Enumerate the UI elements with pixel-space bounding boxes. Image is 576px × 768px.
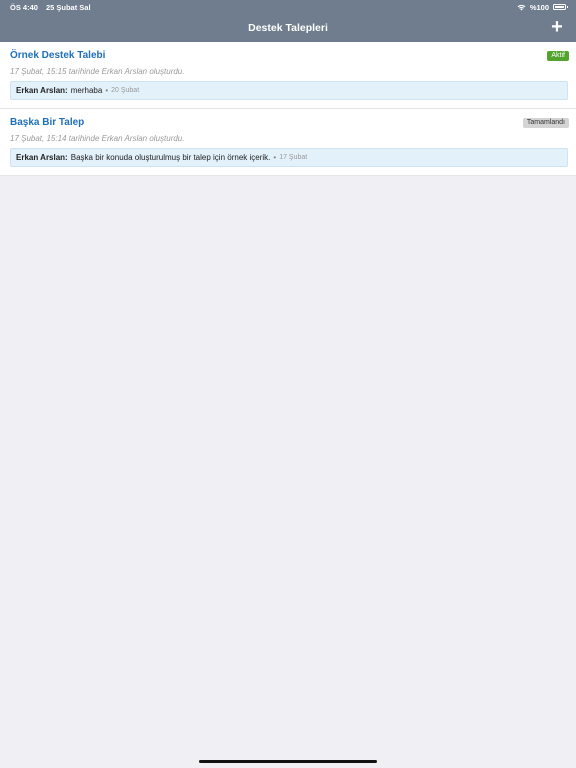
ticket-title[interactable]: Örnek Destek Talebi [10,50,105,61]
battery-percent: %100 [529,2,549,12]
message-separator: • [273,153,277,162]
add-ticket-button[interactable]: + [548,17,566,37]
message-text: Başka bir konuda oluşturulmuş bir talep … [70,153,271,162]
message-date: 17 Şubat [279,154,308,161]
battery-icon [553,4,568,10]
ticket-title[interactable]: Başka Bir Talep [10,117,84,128]
status-time: ÖS 4:40 [10,2,38,12]
message-author: Erkan Arslan: [16,153,68,162]
home-indicator[interactable] [199,760,377,763]
status-badge: Tamamlandı [522,117,569,128]
page-title: Destek Talepleri [248,22,328,34]
ticket-meta: 17 Şubat, 15:15 tarihinde Erkan Arslan o… [10,67,185,76]
wifi-icon [517,4,526,10]
status-badge: Aktif [547,50,569,61]
ticket-list: Örnek Destek Talebi Aktif 17 Şubat, 15:1… [0,42,576,176]
message-date: 20 Şubat [111,87,140,94]
status-bar: ÖS 4:40 25 Şubat Sal %100 [0,0,576,14]
message-separator: • [105,86,109,95]
latest-message: Erkan Arslan: merhaba • 20 Şubat [10,81,568,100]
message-author: Erkan Arslan: [16,86,68,95]
ticket-item[interactable]: Örnek Destek Talebi Aktif 17 Şubat, 15:1… [0,42,576,109]
latest-message: Erkan Arslan: Başka bir konuda oluşturul… [10,148,568,167]
status-date: 25 Şubat Sal [45,2,91,12]
navigation-bar: Destek Talepleri + [0,14,576,42]
ticket-meta: 17 Şubat, 15:14 tarihinde Erkan Arslan o… [10,134,185,143]
message-text: merhaba [70,86,103,95]
ticket-item[interactable]: Başka Bir Talep Tamamlandı 17 Şubat, 15:… [0,109,576,176]
